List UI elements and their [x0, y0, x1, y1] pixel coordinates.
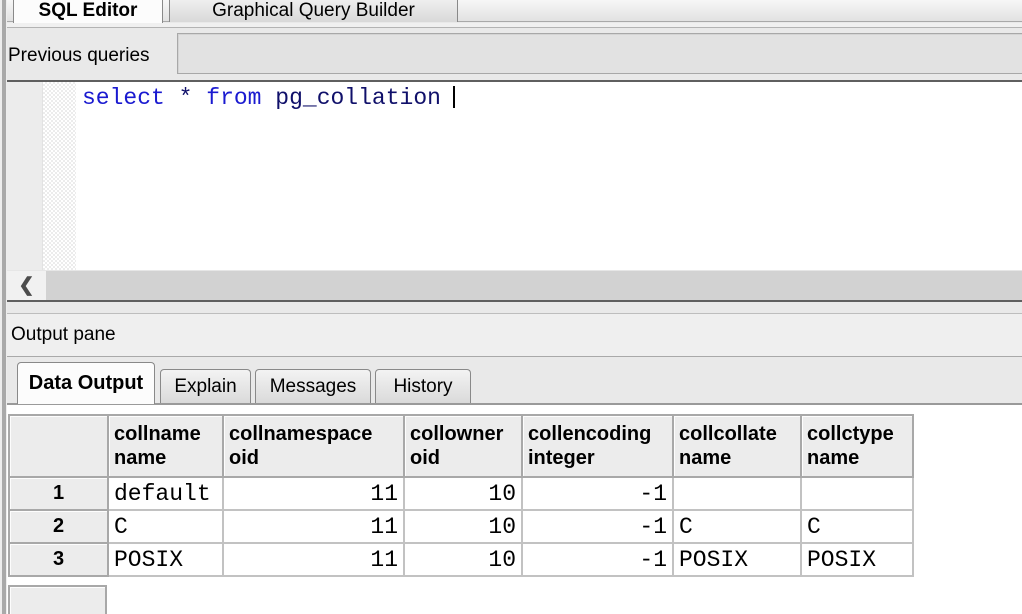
sql-table-identifier: pg_collation — [275, 85, 441, 111]
scroll-left-icon: ❮ — [19, 274, 35, 297]
table-row: 1 default 11 10 -1 — [9, 477, 913, 510]
cell-collname[interactable]: C — [108, 510, 223, 543]
tab-sql-editor[interactable]: SQL Editor — [13, 0, 163, 23]
column-header-collname[interactable]: collname name — [108, 415, 223, 477]
column-header-collcollate[interactable]: collcollate name — [673, 415, 801, 477]
cell-collname[interactable]: POSIX — [108, 543, 223, 576]
window-left-frame — [0, 0, 7, 614]
editor-fold-margin — [43, 82, 76, 270]
cell-collowner[interactable]: 10 — [404, 510, 522, 543]
column-name: collencoding — [528, 422, 667, 446]
cell-collnamespace[interactable]: 11 — [223, 543, 404, 576]
table-row: 3 POSIX 11 10 -1 POSIX POSIX — [9, 543, 913, 576]
scroll-left-button[interactable]: ❮ — [7, 271, 46, 300]
cell-collcollate[interactable]: POSIX — [673, 543, 801, 576]
data-output-grid-area: collname name collnamespace oid collowne… — [7, 405, 1022, 614]
editor-horizontal-scrollbar[interactable]: ❮ — [7, 270, 1022, 300]
cell-collctype[interactable]: C — [801, 510, 913, 543]
cell-collnamespace[interactable]: 11 — [223, 510, 404, 543]
column-type: oid — [410, 446, 516, 470]
tab-data-output[interactable]: Data Output — [17, 362, 155, 404]
editor-line-margin — [7, 82, 43, 270]
column-header-collencoding[interactable]: collencoding integer — [522, 415, 673, 477]
column-header-collctype[interactable]: collctype name — [801, 415, 913, 477]
tab-messages[interactable]: Messages — [255, 369, 371, 404]
cell-collctype[interactable]: POSIX — [801, 543, 913, 576]
cell-collcollate[interactable]: C — [673, 510, 801, 543]
sql-editor-frame: select * from pg_collation ❮ — [5, 80, 1022, 302]
output-pane-title: Output pane — [11, 324, 116, 346]
row-label-1[interactable]: 1 — [9, 477, 108, 510]
scrollbar-track[interactable] — [46, 271, 1022, 300]
column-header-collowner[interactable]: collowner oid — [404, 415, 522, 477]
row-label-2[interactable]: 2 — [9, 510, 108, 543]
column-name: collowner — [410, 422, 516, 446]
tab-explain-label: Explain — [174, 376, 236, 398]
grid-corner-cell[interactable] — [9, 415, 108, 477]
column-type: name — [807, 446, 907, 470]
previous-queries-combobox[interactable] — [177, 33, 1022, 74]
sql-keyword-from: from — [206, 85, 261, 111]
previous-queries-label: Previous queries — [8, 45, 150, 67]
column-name: collcollate — [679, 422, 795, 446]
cell-collencoding[interactable]: -1 — [522, 543, 673, 576]
cell-collowner[interactable]: 10 — [404, 477, 522, 510]
column-type: oid — [229, 446, 398, 470]
sql-star-operator: * — [179, 85, 193, 111]
text-cursor — [453, 86, 455, 108]
output-pane-bar: Output pane — [7, 313, 1022, 357]
editor-code[interactable]: select * from pg_collation — [76, 82, 1022, 270]
column-name: collnamespace — [229, 422, 398, 446]
tab-sql-editor-label: SQL Editor — [39, 0, 138, 22]
sql-keyword-select: select — [82, 85, 165, 111]
tab-history[interactable]: History — [375, 369, 471, 404]
cell-collencoding[interactable]: -1 — [522, 510, 673, 543]
row-label-3[interactable]: 3 — [9, 543, 108, 576]
column-name: collname — [114, 422, 217, 446]
row-label-gutter — [8, 585, 107, 614]
query-tool-window: SQL Editor Graphical Query Builder Previ… — [0, 0, 1022, 614]
sql-editor-text-area[interactable]: select * from pg_collation — [7, 82, 1022, 270]
tab-graphical-query-builder-label: Graphical Query Builder — [212, 0, 415, 22]
cell-collnamespace[interactable]: 11 — [223, 477, 404, 510]
tab-data-output-label: Data Output — [29, 372, 143, 395]
results-grid: collname name collnamespace oid collowne… — [8, 414, 914, 577]
panel-top-edge — [7, 23, 1022, 28]
tab-history-label: History — [393, 376, 452, 398]
cell-collname[interactable]: default — [108, 477, 223, 510]
cell-collowner[interactable]: 10 — [404, 543, 522, 576]
tab-messages-label: Messages — [270, 376, 357, 398]
output-tabbar: Data Output Explain Messages History — [7, 358, 1022, 404]
column-type: name — [679, 446, 795, 470]
column-header-collnamespace[interactable]: collnamespace oid — [223, 415, 404, 477]
column-name: collctype — [807, 422, 907, 446]
cell-collctype[interactable] — [801, 477, 913, 510]
table-row: 2 C 11 10 -1 C C — [9, 510, 913, 543]
cell-collcollate[interactable] — [673, 477, 801, 510]
cell-collencoding[interactable]: -1 — [522, 477, 673, 510]
tab-explain[interactable]: Explain — [160, 369, 251, 404]
column-type: name — [114, 446, 217, 470]
column-type: integer — [528, 446, 667, 470]
grid-header-row: collname name collnamespace oid collowne… — [9, 415, 913, 477]
tab-graphical-query-builder[interactable]: Graphical Query Builder — [169, 0, 458, 22]
